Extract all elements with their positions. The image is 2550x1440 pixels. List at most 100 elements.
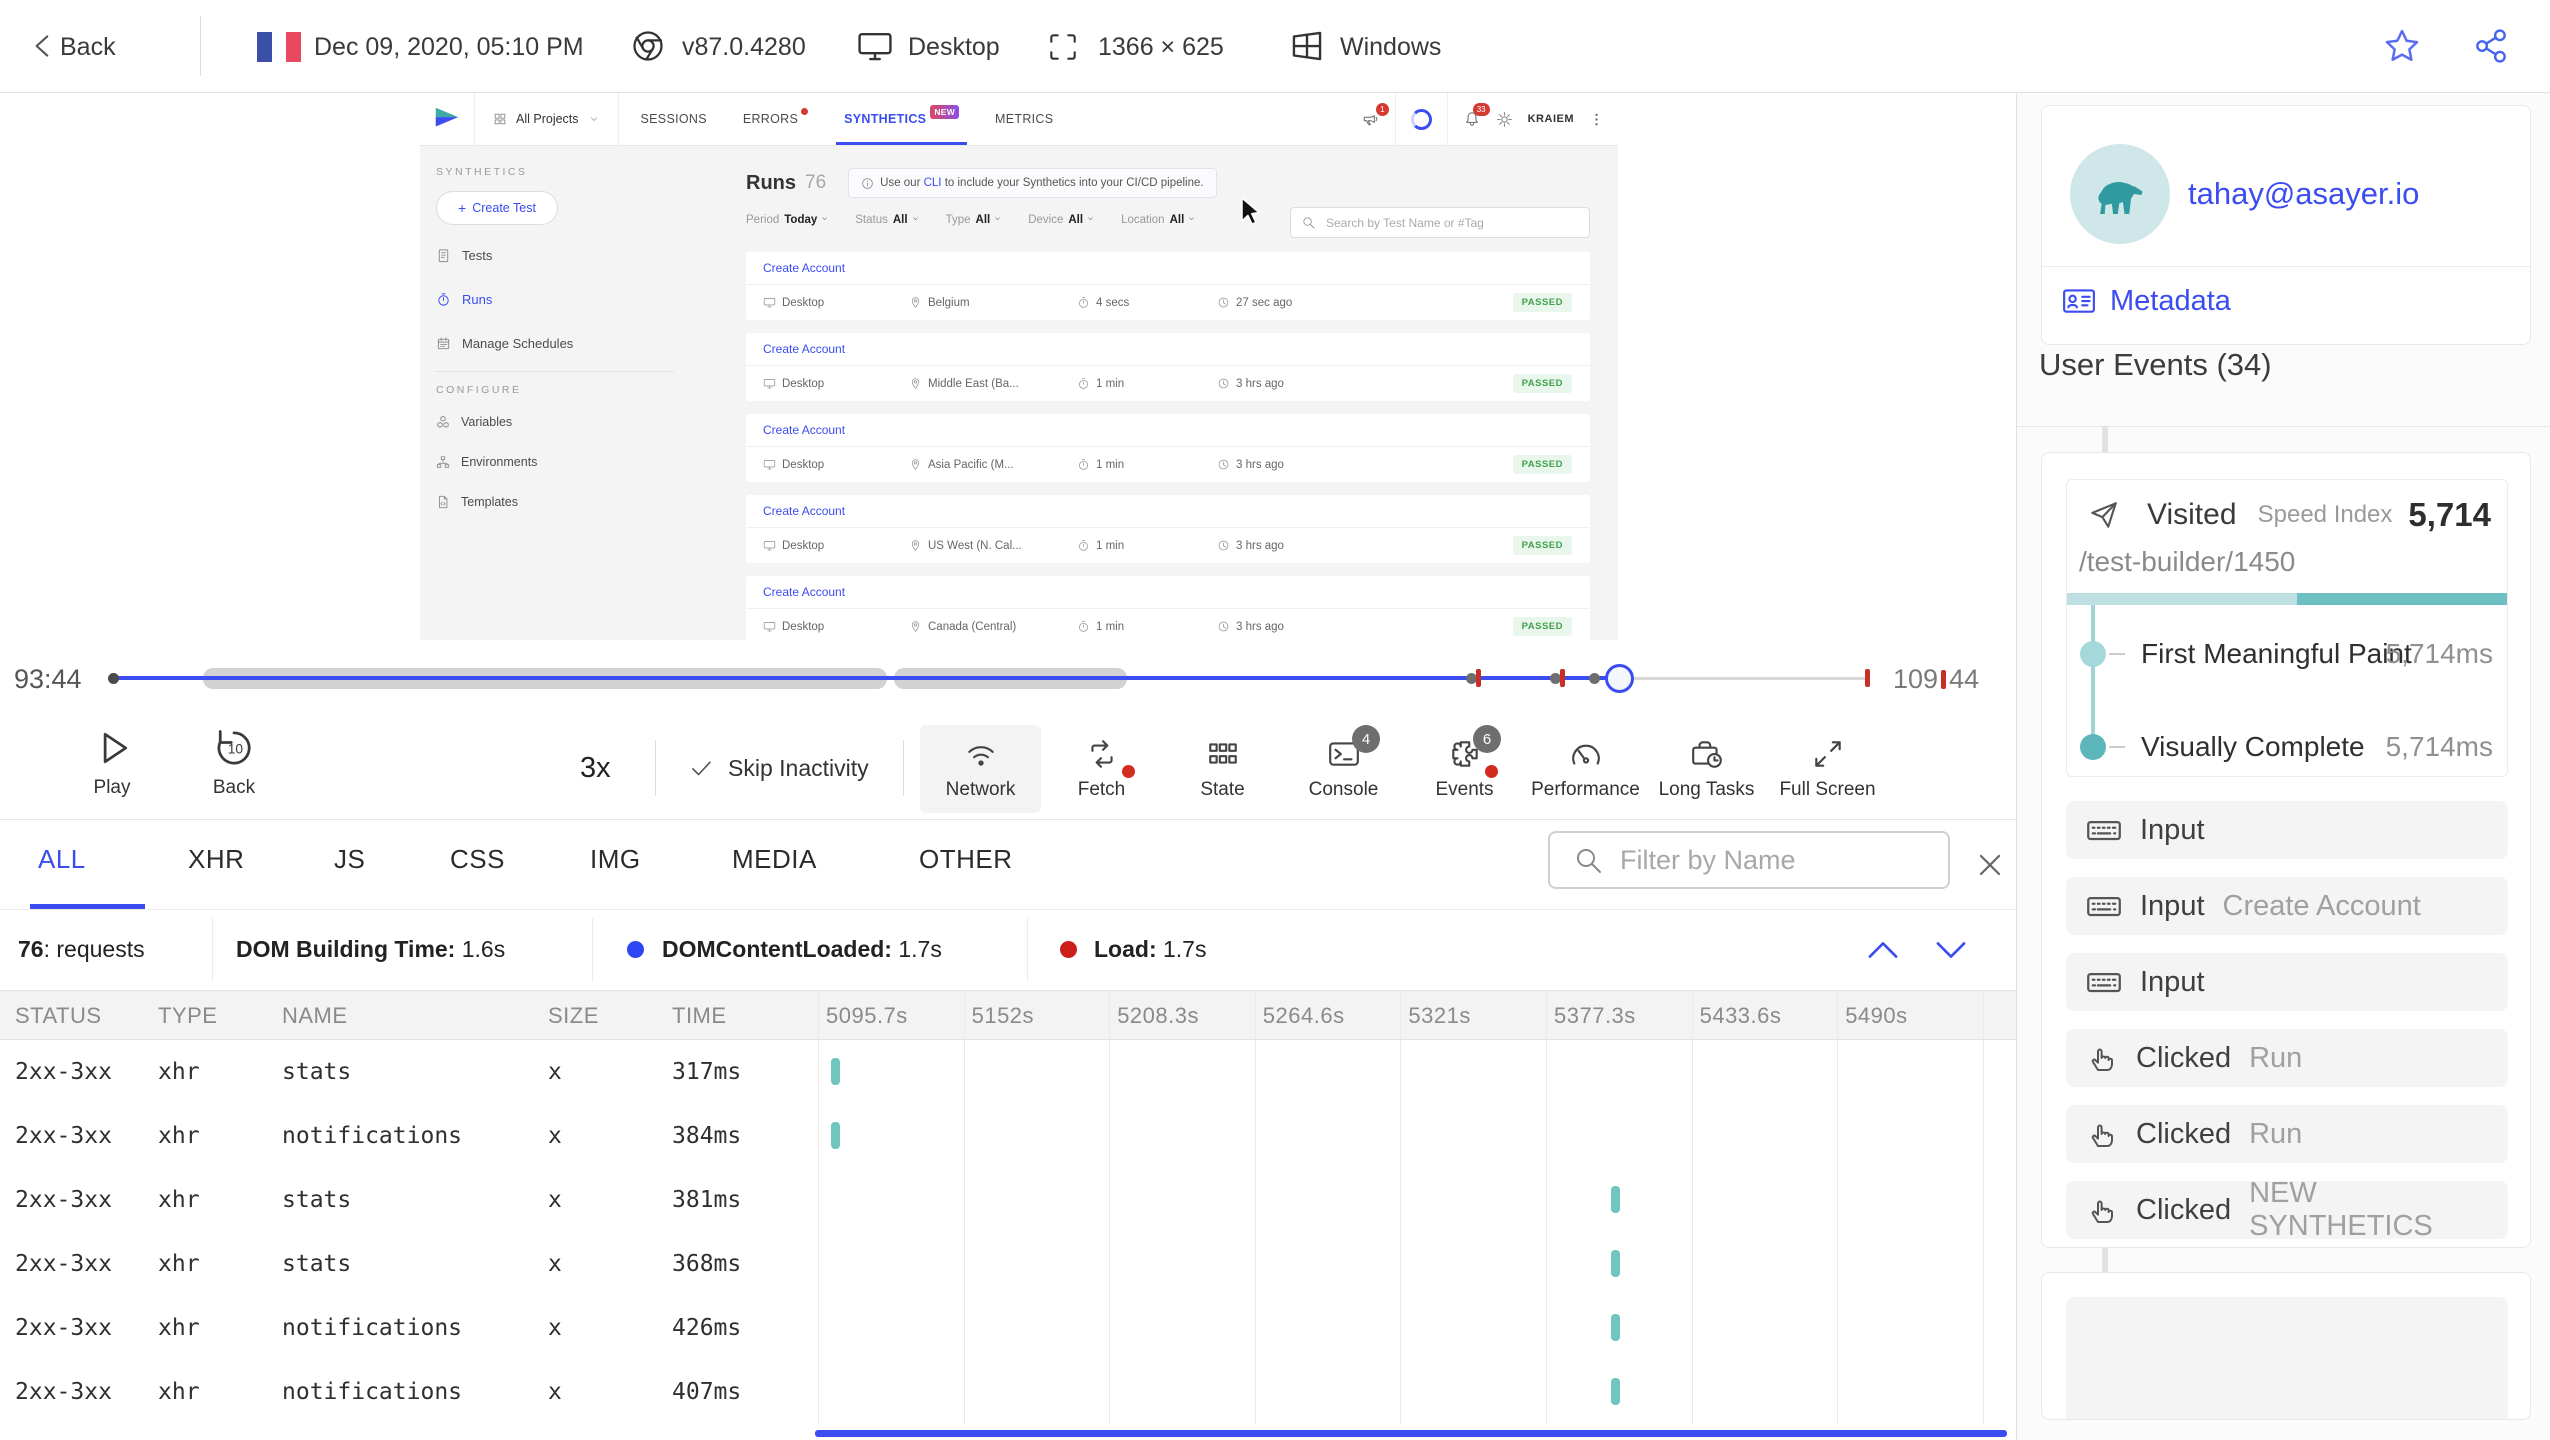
speed-toggle[interactable]: 3x — [580, 716, 611, 820]
panel-button-state[interactable]: State — [1162, 725, 1283, 813]
run-status-badge: PASSED — [1512, 374, 1572, 393]
user-menu: KRAIEM — [1527, 113, 1574, 125]
filter-status: Status All — [855, 214, 919, 226]
project-selector: All Projects — [474, 93, 619, 145]
user-event-input[interactable]: Input Create Account — [2066, 877, 2508, 935]
favorite-star-icon[interactable] — [2382, 26, 2422, 71]
alert-dot-icon — [1122, 765, 1135, 778]
create-test-button: + Create Test — [436, 191, 558, 225]
play-button[interactable]: Play — [70, 726, 154, 799]
replay-timeline[interactable]: 93:44 109 44 — [0, 640, 2016, 716]
run-ago: 3 hrs ago — [1217, 458, 1284, 471]
filter-device: Device All — [1028, 214, 1095, 226]
back-button[interactable]: Back — [60, 33, 116, 62]
horizontal-scrollbar[interactable] — [815, 1430, 2007, 1437]
load-dot-icon — [1060, 941, 1077, 958]
user-email-link[interactable]: tahay@asayer.io — [2188, 176, 2419, 212]
network-tabs: ALL XHR JS CSS IMG MEDIA OTHER — [0, 820, 2016, 910]
run-ago: 3 hrs ago — [1217, 377, 1284, 390]
gauge-icon — [1569, 737, 1603, 771]
panel-button-long-tasks[interactable]: Long Tasks — [1646, 725, 1767, 813]
waterfall-bar — [1611, 1250, 1621, 1277]
close-panel-icon[interactable] — [1972, 847, 2008, 888]
timeline-scrubber[interactable] — [1605, 664, 1634, 693]
chevron-down-icon — [588, 113, 600, 125]
runs-list: Create Account Desktop Belgium 4 secs 27… — [746, 252, 1590, 640]
column-name: NAME — [282, 1003, 348, 1028]
panel-button-full-screen[interactable]: Full Screen — [1767, 725, 1888, 813]
network-request-row[interactable]: 2xx-3xx xhr notifications x 384ms — [0, 1104, 2016, 1168]
visited-label: Visited — [2147, 498, 2237, 531]
jump-next-icon[interactable] — [1930, 929, 1972, 977]
app-tab-synthetics: SYNTHETICS NEW — [836, 93, 968, 145]
filter-input[interactable] — [1618, 843, 1918, 877]
skip-inactivity-toggle[interactable]: Skip Inactivity — [688, 716, 869, 820]
panel-button-network[interactable]: Network — [920, 725, 1041, 813]
dcl-dot-icon — [627, 941, 644, 958]
visited-card[interactable]: Visited Speed Index 5,714 /test-builder/… — [2066, 479, 2508, 777]
net-tab-js[interactable]: JS — [334, 844, 365, 875]
panel-button-fetch[interactable]: Fetch — [1041, 725, 1162, 813]
time-column: 5208.3s — [1117, 1003, 1199, 1028]
error-marker — [1941, 670, 1947, 689]
metric-dot-icon — [2080, 734, 2106, 760]
sidebar-divider — [436, 371, 674, 372]
alert-dot-icon — [1485, 765, 1498, 778]
net-tab-all[interactable]: ALL — [38, 844, 86, 875]
speed-index-value: 5,714 — [2408, 496, 2491, 533]
player-controls: Play 10 Back 3x Skip Inactivity Network … — [0, 716, 2016, 820]
panel-button-performance[interactable]: Performance — [1525, 725, 1646, 813]
waterfall-bar — [1611, 1186, 1621, 1213]
network-stats: 76: requests DOM Building Time: 1.6s DOM… — [0, 910, 2016, 990]
net-tab-xhr[interactable]: XHR — [188, 844, 244, 875]
panel-button-console[interactable]: Console 4 — [1283, 725, 1404, 813]
user-event-input[interactable]: Input — [2066, 953, 2508, 1011]
replay-stage: All Projects SESSIONS ERRORS SYNTHETICS NEW… — [0, 93, 2016, 640]
test-search-input — [1324, 214, 1574, 231]
waterfall-bar — [830, 1058, 840, 1085]
network-request-row[interactable]: 2xx-3xx xhr notifications x 407ms — [0, 1360, 2016, 1424]
filter-box[interactable] — [1548, 831, 1950, 889]
jump-previous-icon[interactable] — [1862, 929, 1904, 977]
network-request-row[interactable]: 2xx-3xx xhr stats x 368ms — [0, 1232, 2016, 1296]
net-tab-css[interactable]: CSS — [450, 844, 505, 875]
run-name: Create Account — [746, 333, 1590, 366]
user-event-clicked[interactable]: Clicked NEW SYNTHETICS — [2066, 1177, 2508, 1242]
topbar-divider — [200, 16, 201, 76]
run-ago: 3 hrs ago — [1217, 539, 1284, 552]
network-request-row[interactable]: 2xx-3xx xhr stats x 317ms — [0, 1040, 2016, 1104]
chevron-left-icon — [26, 29, 60, 68]
run-location: US West (N. Cal... — [909, 539, 1077, 552]
user-event-clicked[interactable]: Clicked Run — [2066, 1105, 2508, 1163]
app-tab-metrics: METRICS — [995, 112, 1054, 126]
network-request-row[interactable]: 2xx-3xx xhr notifications x 426ms — [0, 1296, 2016, 1360]
sidebar-section-synthetics: SYNTHETICS — [436, 166, 528, 178]
panel-button-events[interactable]: Events 6 — [1404, 725, 1525, 813]
search-icon — [1572, 844, 1604, 876]
sidebar-item-runs: Runs — [436, 277, 690, 321]
sidebar-item-manage-schedules: Manage Schedules — [436, 321, 690, 365]
column-size: SIZE — [548, 1003, 599, 1028]
run-device: Desktop — [763, 620, 909, 633]
back-10s-button[interactable]: 10 Back — [192, 726, 276, 799]
requests-count: 76: requests — [18, 936, 145, 962]
cli-banner: Use our CLI to include your Synthetics i… — [848, 168, 1217, 198]
network-request-row[interactable]: 2xx-3xx xhr stats x 381ms — [0, 1168, 2016, 1232]
metric-dot-icon — [2080, 641, 2106, 667]
run-card: Create Account Desktop Canada (Central) … — [746, 576, 1590, 640]
app-nav-tabs: SESSIONS ERRORS SYNTHETICS NEW METRICS — [641, 93, 1054, 145]
chrome-browser-icon — [630, 28, 666, 69]
net-tab-media[interactable]: MEDIA — [732, 844, 817, 875]
session-replay-window: Back Dec 09, 2020, 05:10 PM v87.0.4280 D… — [0, 0, 2550, 1440]
keyboard-icon — [2086, 964, 2122, 1000]
user-event-clicked[interactable]: Clicked Run — [2066, 1029, 2508, 1087]
time-column: 5095.7s — [826, 1003, 908, 1028]
metadata-button[interactable]: Metadata — [2062, 284, 2231, 318]
net-tab-other[interactable]: OTHER — [919, 844, 1013, 875]
monitor-icon — [856, 27, 894, 70]
network-table-header: STATUS TYPE NAME SIZE TIME 5095.7s 5152s 5208.3… — [0, 990, 2016, 1040]
share-icon[interactable] — [2472, 27, 2510, 70]
time-column: 5377.3s — [1554, 1003, 1636, 1028]
net-tab-img[interactable]: IMG — [590, 844, 641, 875]
user-event-input[interactable]: Input — [2066, 801, 2508, 859]
